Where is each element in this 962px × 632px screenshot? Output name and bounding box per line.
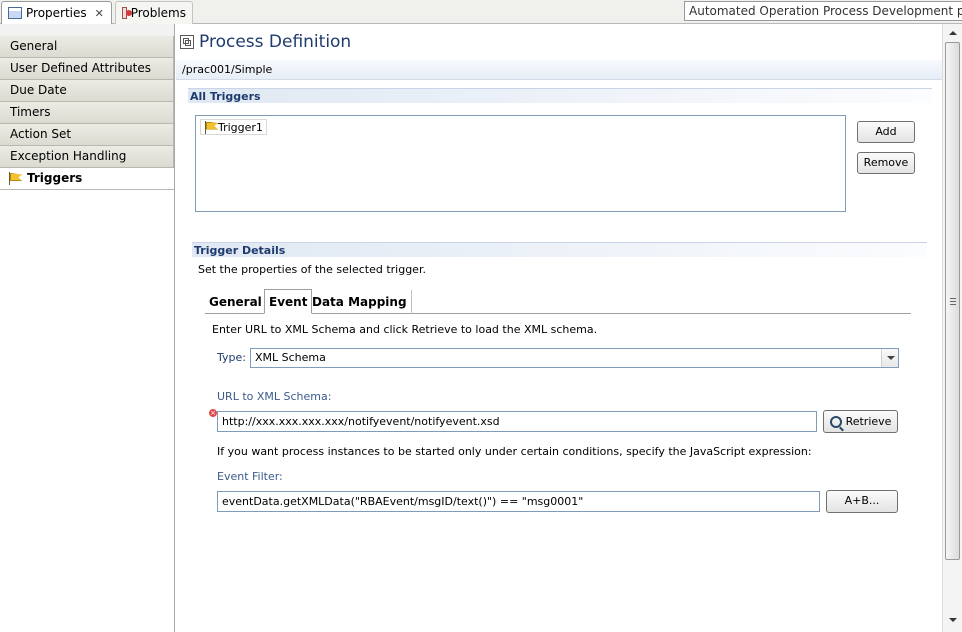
- trigger-details-description: Set the properties of the selected trigg…: [198, 263, 426, 276]
- chevron-down-icon[interactable]: [881, 349, 898, 367]
- category-exception-handling[interactable]: Exception Handling: [0, 146, 174, 168]
- scrollbar-thumb[interactable]: [945, 42, 960, 560]
- url-input[interactable]: http://xxx.xxx.xxx.xxx/notifyevent/notif…: [217, 411, 817, 432]
- filter-description: If you want process instances to be star…: [217, 445, 812, 458]
- process-definition-icon: [180, 35, 194, 49]
- tab-general[interactable]: General: [205, 290, 266, 314]
- page-title-text: Process Definition: [199, 32, 352, 52]
- all-triggers-header[interactable]: All Triggers: [188, 88, 932, 103]
- retrieve-button[interactable]: Retrieve: [823, 410, 898, 433]
- tab-properties[interactable]: Properties ✕: [1, 1, 112, 24]
- property-category-list: General User Defined Attributes Due Date…: [0, 24, 175, 632]
- page-title: Process Definition: [180, 30, 351, 54]
- breadcrumb: /prac001/Simple: [176, 60, 942, 80]
- scroll-down-icon[interactable]: [945, 612, 961, 628]
- properties-icon: [8, 7, 22, 19]
- expression-builder-button[interactable]: A+B...: [826, 490, 898, 513]
- main-panel: Process Definition /prac001/Simple All T…: [176, 24, 942, 632]
- trigger-flag-icon: [204, 120, 216, 134]
- category-timers[interactable]: Timers: [0, 102, 174, 124]
- search-icon: [829, 415, 842, 428]
- grip-icon: [950, 298, 956, 305]
- category-general[interactable]: General: [0, 36, 174, 58]
- type-label: Type:: [217, 351, 246, 364]
- trigger-details-header[interactable]: Trigger Details: [192, 242, 927, 257]
- view-tab-bar: Properties ✕ Problems Automated Operatio…: [0, 0, 962, 24]
- tab-problems-label: Problems: [130, 6, 186, 20]
- trigger-item-label: Trigger1: [218, 120, 263, 134]
- type-select-value: XML Schema: [255, 351, 326, 364]
- type-select[interactable]: XML Schema: [250, 348, 899, 368]
- tab-data-mapping[interactable]: Data Mapping: [308, 290, 412, 314]
- vertical-scrollbar[interactable]: [942, 24, 962, 632]
- problems-icon: [122, 7, 132, 19]
- category-triggers-label: Triggers: [27, 171, 83, 185]
- add-button[interactable]: Add: [857, 121, 915, 143]
- error-icon: ×: [209, 409, 217, 417]
- category-due-date[interactable]: Due Date: [0, 80, 174, 102]
- tab-problems[interactable]: Problems: [115, 1, 193, 24]
- event-filter-label: Event Filter:: [217, 470, 283, 483]
- category-triggers[interactable]: Triggers: [0, 168, 174, 190]
- trigger-detail-tabs: General Event Data Mapping: [205, 289, 911, 314]
- remove-button[interactable]: Remove: [857, 152, 915, 174]
- tab-event[interactable]: Event: [264, 289, 313, 314]
- event-filter-input[interactable]: eventData.getXMLData("RBAEvent/msgID/tex…: [217, 491, 820, 512]
- perspective-title: Automated Operation Process Development …: [684, 1, 962, 21]
- category-user-defined-attributes[interactable]: User Defined Attributes: [0, 58, 174, 80]
- close-icon[interactable]: ✕: [95, 7, 104, 20]
- schema-description: Enter URL to XML Schema and click Retrie…: [212, 323, 598, 336]
- scroll-up-icon[interactable]: [945, 26, 961, 42]
- url-label: URL to XML Schema:: [217, 390, 332, 403]
- list-item[interactable]: Trigger1: [200, 119, 267, 135]
- tab-properties-label: Properties: [26, 6, 87, 20]
- category-action-set[interactable]: Action Set: [0, 124, 174, 146]
- trigger-list[interactable]: Trigger1: [195, 115, 846, 212]
- trigger-flag-icon: [8, 172, 22, 185]
- retrieve-button-label: Retrieve: [845, 414, 892, 428]
